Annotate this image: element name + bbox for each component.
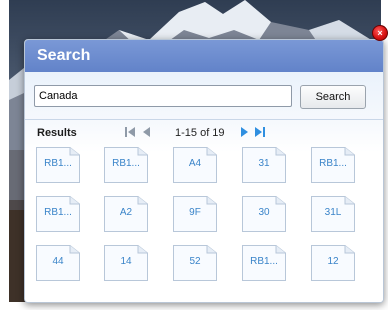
- tile-label: A2: [119, 207, 133, 218]
- tile-label: RB1...: [44, 207, 72, 218]
- result-tile[interactable]: RB1...: [311, 147, 355, 183]
- page-count: 1-15 of 19: [175, 127, 225, 139]
- tile-label: 12: [327, 256, 339, 267]
- tile-label: RB1...: [319, 158, 347, 169]
- results-label: Results: [37, 127, 77, 139]
- close-icon: ×: [377, 28, 383, 38]
- result-tile[interactable]: RB1...: [36, 196, 80, 232]
- result-tile[interactable]: 14: [104, 245, 148, 281]
- tile-label: 44: [52, 256, 64, 267]
- result-tile[interactable]: 44: [36, 245, 80, 281]
- result-tile[interactable]: RB1...: [242, 245, 286, 281]
- last-page-icon[interactable]: [253, 125, 267, 139]
- result-tile[interactable]: 52: [173, 245, 217, 281]
- result-tile[interactable]: RB1...: [104, 147, 148, 183]
- tile-label: RB1...: [44, 158, 72, 169]
- result-tile[interactable]: 31L: [311, 196, 355, 232]
- tile-label: 14: [120, 256, 132, 267]
- tile-label: A4: [188, 158, 202, 169]
- prev-page-icon[interactable]: [140, 125, 154, 139]
- search-button[interactable]: Search: [300, 85, 366, 109]
- next-page-icon[interactable]: [238, 125, 252, 139]
- first-page-icon[interactable]: [123, 125, 137, 139]
- search-input[interactable]: [34, 85, 292, 107]
- tile-label: 52: [189, 256, 201, 267]
- result-tile[interactable]: A2: [104, 196, 148, 232]
- close-button[interactable]: ×: [372, 25, 388, 41]
- result-tile[interactable]: 12: [311, 245, 355, 281]
- result-tile[interactable]: A4: [173, 147, 217, 183]
- result-tile[interactable]: 31: [242, 147, 286, 183]
- tile-label: 31L: [324, 207, 342, 218]
- tile-label: 31: [258, 158, 270, 169]
- result-tile[interactable]: 30: [242, 196, 286, 232]
- result-tile[interactable]: RB1...: [36, 147, 80, 183]
- tile-label: RB1...: [112, 158, 140, 169]
- dialog-body: Search Results 1-15 of 19: [25, 72, 383, 302]
- divider: [25, 119, 383, 120]
- dialog-title: Search: [37, 47, 91, 64]
- tile-label: 9F: [189, 207, 201, 218]
- dialog-header: Search: [25, 40, 383, 72]
- result-tile[interactable]: 9F: [173, 196, 217, 232]
- tile-label: 30: [258, 207, 270, 218]
- tile-label: RB1...: [250, 256, 278, 267]
- search-dialog: Search Search Results 1-15 of 19: [24, 39, 384, 303]
